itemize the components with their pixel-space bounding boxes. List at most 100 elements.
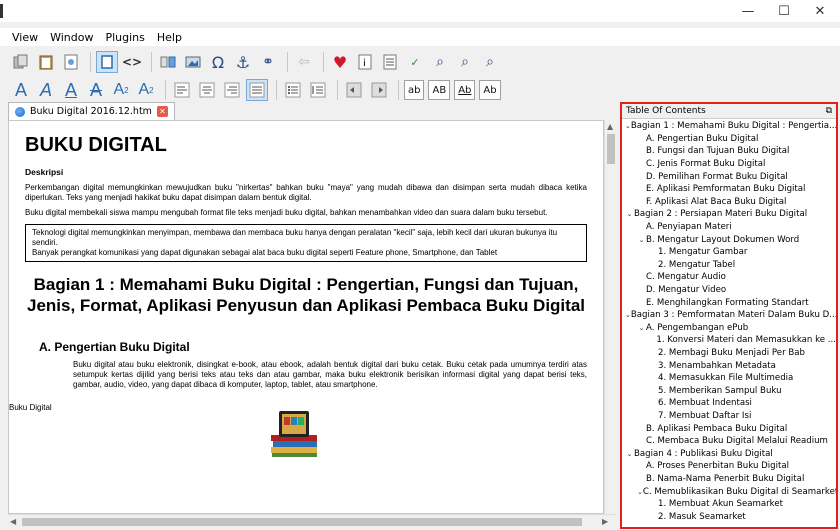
- metadata-icon[interactable]: i: [354, 51, 376, 73]
- align-right-icon[interactable]: [221, 79, 243, 101]
- menu-view[interactable]: View: [12, 31, 38, 44]
- decrease-indent-icon[interactable]: [343, 79, 365, 101]
- sentencecase-button[interactable]: Ab: [479, 80, 501, 100]
- toc-item[interactable]: ⌄ B. Mengatur Layout Dokumen Word: [622, 233, 836, 246]
- toc-item[interactable]: ⌄ A. Pengembangan ePub: [622, 322, 836, 335]
- toc-item[interactable]: 1. Membuat Akun Seamarket: [622, 498, 836, 511]
- close-window-button[interactable]: ✕: [802, 0, 838, 22]
- bullet-list-icon[interactable]: [282, 79, 304, 101]
- toc-item[interactable]: ⌄ Bagian 2 : Persiapan Materi Buku Digita…: [622, 208, 836, 221]
- close-tab-icon[interactable]: ✕: [156, 106, 168, 117]
- toc-item-label: C. Memublikasikan Buku Digital di Seamar…: [642, 486, 836, 497]
- paste-icon[interactable]: [35, 51, 57, 73]
- toc-item[interactable]: ⌄ Bagian 4 : Publikasi Buku Digital: [622, 447, 836, 460]
- spellcheck-icon[interactable]: ✓: [404, 51, 426, 73]
- book-view-editor[interactable]: BUKU DIGITAL Deskripsi Perkembangan digi…: [8, 120, 604, 514]
- italic-icon[interactable]: A: [35, 79, 57, 101]
- toc-item[interactable]: F. Aplikasi Alat Baca Buku Digital: [622, 196, 836, 209]
- toc-item[interactable]: E. Menghilangkan Formating Standart: [622, 296, 836, 309]
- paragraph-3: Buku digital atau buku elektronik, disin…: [73, 360, 587, 389]
- horizontal-scrollbar[interactable]: ◀ ▶: [8, 514, 616, 528]
- increase-indent-icon[interactable]: [368, 79, 390, 101]
- toc-item[interactable]: 4. Memasukkan File Multimedia: [622, 372, 836, 385]
- toc-item[interactable]: D. Pemilihan Format Buku Digital: [622, 170, 836, 183]
- toc-item[interactable]: B. Aplikasi Pembaca Buku Digital: [622, 422, 836, 435]
- chevron-down-icon[interactable]: ⌄: [637, 324, 646, 332]
- undock-icon[interactable]: ⧉: [826, 106, 832, 116]
- find-prev-icon[interactable]: ⌕: [479, 51, 501, 73]
- toc-item-label: B. Nama-Nama Penerbit Buku Digital: [646, 473, 805, 484]
- chevron-down-icon[interactable]: ⌄: [625, 450, 634, 458]
- toc-item[interactable]: B. Nama-Nama Penerbit Buku Digital: [622, 473, 836, 486]
- maximize-button[interactable]: ☐: [766, 0, 802, 22]
- vertical-scrollbar[interactable]: ▲: [604, 120, 616, 514]
- toc-item[interactable]: C. Membaca Buku Digital Melalui Readium: [622, 435, 836, 448]
- scroll-up-icon[interactable]: ▲: [607, 122, 613, 131]
- page-footer: Buku Digital: [9, 403, 52, 412]
- table-of-contents-icon[interactable]: [379, 51, 401, 73]
- menu-window[interactable]: Window: [50, 31, 93, 44]
- back-icon[interactable]: ⇦: [293, 51, 315, 73]
- toc-item[interactable]: 1. Konversi Materi dan Memasukkan ke ...: [622, 334, 836, 347]
- heading-1-icon[interactable]: A: [10, 79, 32, 101]
- toc-tree: ⌄ Bagian 1 : Memahami Buku Digital : Peng…: [622, 120, 836, 525]
- chevron-down-icon[interactable]: ⌄: [637, 236, 646, 244]
- lowercase-button[interactable]: ab: [404, 80, 425, 100]
- titlecase-button[interactable]: Ab: [454, 80, 476, 100]
- svg-text:i: i: [363, 58, 366, 69]
- insert-image-icon[interactable]: [182, 51, 204, 73]
- toc-item[interactable]: 5. Memberikan Sampul Buku: [622, 384, 836, 397]
- subscript-icon[interactable]: A2: [110, 79, 132, 101]
- split-icon[interactable]: [157, 51, 179, 73]
- insert-special-char-icon[interactable]: Ω: [207, 51, 229, 73]
- toc-item[interactable]: 1. Mengatur Gambar: [622, 246, 836, 259]
- strikethrough-icon[interactable]: A: [85, 79, 107, 101]
- toc-item[interactable]: C. Mengatur Audio: [622, 271, 836, 284]
- main-toolbar: <> Ω ⚓ ⚭ ⇦ ♥ i ✓ ⌕ ⌕ ⌕: [0, 48, 840, 76]
- chevron-down-icon[interactable]: ⌄: [625, 210, 634, 218]
- toc-item[interactable]: 2. Membagi Buku Menjadi Per Bab: [622, 347, 836, 360]
- toc-item[interactable]: D. Mengatur Video: [622, 284, 836, 297]
- toc-item[interactable]: 3. Menambahkan Metadata: [622, 359, 836, 372]
- book-view-icon[interactable]: [96, 51, 118, 73]
- numbered-list-icon[interactable]: [307, 79, 329, 101]
- code-view-icon[interactable]: <>: [121, 51, 143, 73]
- superscript-icon[interactable]: A2: [135, 79, 157, 101]
- toc-item[interactable]: ⌄ Bagian 3 : Pemformatan Materi Dalam Buk…: [622, 309, 836, 322]
- insert-link-icon[interactable]: ⚭: [257, 51, 279, 73]
- find-replace-icon[interactable]: ⌕: [429, 51, 451, 73]
- toc-item[interactable]: 7. Membuat Daftar Isi: [622, 410, 836, 423]
- toc-item[interactable]: A. Pengertian Buku Digital: [622, 133, 836, 146]
- hscroll-thumb[interactable]: [22, 518, 582, 526]
- find-next-icon[interactable]: ⌕: [454, 51, 476, 73]
- uppercase-button[interactable]: AB: [428, 80, 451, 100]
- align-center-icon[interactable]: [196, 79, 218, 101]
- toc-item[interactable]: 6. Membuat Indentasi: [622, 397, 836, 410]
- toc-item-label: A. Penyiapan Materi: [646, 222, 732, 233]
- toc-item[interactable]: C. Jenis Format Buku Digital: [622, 158, 836, 171]
- align-justify-icon[interactable]: [246, 79, 268, 101]
- toc-item-label: D. Mengatur Video: [646, 285, 727, 296]
- menu-help[interactable]: Help: [157, 31, 182, 44]
- scroll-left-icon[interactable]: ◀: [10, 517, 16, 526]
- scroll-thumb[interactable]: [607, 134, 615, 164]
- toc-item[interactable]: ⌄ Bagian 1 : Memahami Buku Digital : Peng…: [622, 120, 836, 133]
- preview-icon[interactable]: [60, 51, 82, 73]
- heart-icon[interactable]: ♥: [329, 51, 351, 73]
- insert-anchor-icon[interactable]: ⚓: [232, 51, 254, 73]
- toc-item[interactable]: B. Fungsi dan Tujuan Buku Digital: [622, 145, 836, 158]
- toc-item[interactable]: ⌄ C. Memublikasikan Buku Digital di Seama…: [622, 485, 836, 498]
- toc-item[interactable]: E. Aplikasi Pemformatan Buku Digital: [622, 183, 836, 196]
- menu-plugins[interactable]: Plugins: [105, 31, 144, 44]
- toc-item[interactable]: A. Penyiapan Materi: [622, 221, 836, 234]
- toc-item[interactable]: 2. Mengatur Tabel: [622, 259, 836, 272]
- align-left-icon[interactable]: [171, 79, 193, 101]
- underline-icon[interactable]: A: [60, 79, 82, 101]
- copy-icon[interactable]: [10, 51, 32, 73]
- scroll-right-icon[interactable]: ▶: [602, 517, 608, 526]
- minimize-button[interactable]: —: [730, 0, 766, 22]
- toc-item[interactable]: 2. Masuk Seamarket: [622, 510, 836, 523]
- toc-item-label: 4. Memasukkan File Multimedia: [658, 373, 794, 384]
- toc-item[interactable]: A. Proses Penerbitan Buku Digital: [622, 460, 836, 473]
- tab-document[interactable]: Buku Digital 2016.12.htm ✕: [8, 102, 175, 120]
